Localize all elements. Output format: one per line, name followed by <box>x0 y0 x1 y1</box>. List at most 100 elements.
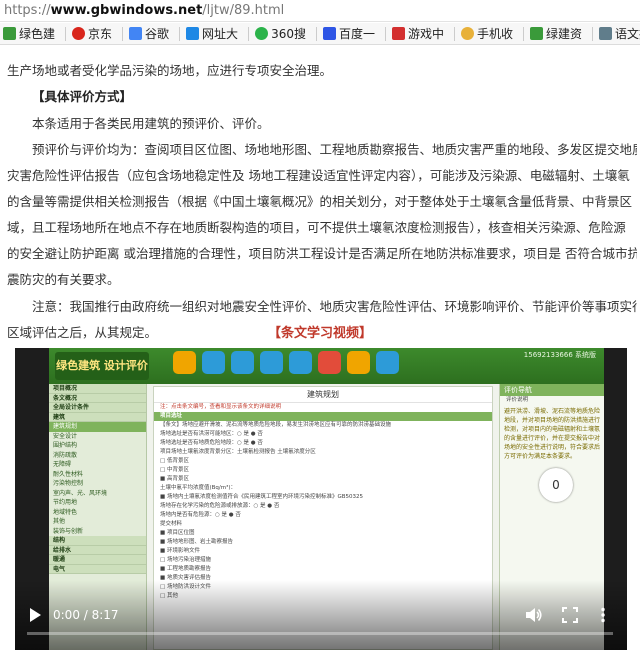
bookmark-separator <box>384 26 386 41</box>
software-nav-item: 围护结构 <box>53 442 78 449</box>
software-form-row: ■ 高背景区 <box>160 476 189 482</box>
bookmark-label: 绿色建 <box>19 27 56 41</box>
jd-icon <box>72 27 86 40</box>
bookmark-separator <box>315 26 317 41</box>
baidu-paw-icon <box>322 27 336 40</box>
software-nav-item: 消防疏散 <box>53 451 78 459</box>
video-time: 0:00 / 8:17 <box>53 608 119 622</box>
folder-icon <box>461 27 474 40</box>
software-nav-item: 地域特色 <box>53 508 78 516</box>
bookmark-item[interactable]: 语文报 <box>596 24 640 44</box>
360-icon <box>255 27 269 40</box>
bookmark-item[interactable]: 手机收 <box>458 24 516 44</box>
bookmark-label: 京东 <box>88 27 113 41</box>
bookmark-label: 谷歌 <box>145 27 170 41</box>
bookmark-separator <box>592 26 594 41</box>
volume-icon[interactable] <box>525 607 543 623</box>
section-heading: 【具体评价方式】 <box>32 89 133 104</box>
article-line: 的安全避让防护距离 或治理措施的合理性，项目防洪工程设计是否满足所在地防洪标准要… <box>7 246 637 261</box>
software-form-row: ■ 环境影响文件 <box>160 548 200 554</box>
software-form-row: 场地选址是否有洪涝可能地区：○ 是 ● 否 <box>160 431 263 437</box>
software-nav-item: 电气 <box>49 564 146 574</box>
software-form-row: 【条文】场地应避开滑坡、泥石流等地质危险地段，易发生洪涝地区应有可靠的防洪涝基础… <box>160 422 392 428</box>
bookmark-item[interactable]: 游戏中 <box>389 24 447 44</box>
bookmark-label: 百度一 <box>338 27 375 41</box>
software-nav-item: 节约用地 <box>53 499 78 506</box>
leaf-icon <box>530 27 544 40</box>
article-line: 震防灾的有关要求。 <box>7 272 120 287</box>
bookmarks-bar: 绿色建京东谷歌网址大360搜百度一游戏中手机收绿建资语文报微信网 <box>0 23 640 45</box>
software-logo: 绿色建筑 设计评价软件 <box>55 352 149 400</box>
article-line: 的含量等需提供相关检测报告（根据《中国土壤氡概况》的相关划分，对于整体处于土壤氡… <box>7 194 633 209</box>
progress-track[interactable] <box>27 632 613 635</box>
software-tool-icon <box>376 351 399 374</box>
bookmark-item[interactable]: 绿色建 <box>0 24 58 44</box>
bookmark-separator <box>454 26 455 41</box>
bookmark-label: 网址大 <box>202 27 239 41</box>
bookmark-item[interactable]: 360搜 <box>252 24 309 44</box>
software-form-row: ■ 场地地形图、岩土勘察报告 <box>160 539 233 545</box>
bookmark-item[interactable]: 绿建资 <box>527 24 585 44</box>
software-tool-icon <box>347 351 370 374</box>
bookmark-separator <box>248 26 250 41</box>
article-line: 注意：我国推行由政府统一组织对地震安全性评价、地质灾害危险性评估、环境影响评价、… <box>32 299 637 314</box>
software-nav-item: 建筑 <box>49 412 146 422</box>
software-nav-item: 全局设计条件 <box>49 403 146 413</box>
software-nav-item: 暖通 <box>49 555 146 565</box>
software-nav-item: 建筑规划 <box>49 422 146 432</box>
bookmark-label: 语文报 <box>615 27 640 41</box>
bookmark-label: 游戏中 <box>407 27 444 41</box>
software-form-row: 项目选址 <box>154 412 492 421</box>
address-bar[interactable]: https://www.gbwindows.net/ljtw/89.html <box>0 0 640 22</box>
bookmark-item[interactable]: 谷歌 <box>126 24 172 44</box>
url-protocol: https:// <box>4 3 51 18</box>
software-form-row: ■ 项目区位图 <box>160 530 195 536</box>
software-main-title: 建筑规划 <box>154 387 492 403</box>
article-line: 预评价与评价均为：查阅项目区位图、场地地形图、工程地质勘察报告、地质灾害严重的地… <box>32 142 637 157</box>
url-host: www.gbwindows.net <box>50 3 203 18</box>
software-form-row: 场地选址是否有地质危险地段：○ 是 ● 否 <box>160 440 263 446</box>
bookmark-label: 手机收 <box>477 27 514 41</box>
software-form-row: 土壤中氡平均浓度值(Bq/m³)： <box>160 485 236 491</box>
bookmark-separator <box>523 26 525 41</box>
globe-icon <box>186 27 200 40</box>
software-form-row: 注：点击条文编号，查看和显示该条文的详细说明 <box>160 404 282 410</box>
google-icon <box>129 27 143 40</box>
software-tool-icon <box>173 351 196 374</box>
software-nav-item: 给排水 <box>49 545 146 555</box>
bookmark-label: 绿建资 <box>546 27 583 41</box>
bookmark-item[interactable]: 网址大 <box>183 24 241 44</box>
article-line: 生产场地或者受化学品污染的场地，应进行专项安全治理。 <box>7 63 333 78</box>
software-right-head: 评价导航 <box>500 384 604 396</box>
software-tool-icon <box>289 351 312 374</box>
software-form-row: 场地内是否有危险源：○ 是 ● 否 <box>160 512 241 518</box>
play-icon[interactable] <box>27 607 43 623</box>
software-right-sub: 评价说明 <box>506 397 529 403</box>
bookmark-item[interactable]: 百度一 <box>320 24 378 44</box>
bookmark-item[interactable]: 京东 <box>69 24 115 44</box>
software-nav-item: 耐久性材料 <box>53 470 84 478</box>
software-nav-item: 室内声、光、风环境 <box>53 489 108 497</box>
bookmark-label: 360搜 <box>271 27 306 41</box>
software-nav-item: 污染物控制 <box>53 480 84 487</box>
software-tool-icon <box>202 351 225 374</box>
software-right-text: 避开洪涝、滑坡、泥石流等地质危险地段，并对项目场地的防洪措施进行检测，对项目内的… <box>504 408 601 460</box>
software-nav-item: 条文概况 <box>49 393 146 403</box>
software-form-row: □ 场地污染治理措施 <box>160 557 211 563</box>
software-toolbar: 绿色建筑 设计评价软件 15692133666 系统版 <box>49 348 604 400</box>
rating-badge[interactable]: 0 <box>539 468 573 502</box>
software-nav-item: 安全设计 <box>53 432 78 440</box>
software-form-row: 提交材料 <box>160 521 183 527</box>
more-options-icon[interactable] <box>598 607 608 623</box>
game-icon <box>391 27 405 40</box>
software-tool-icon <box>260 351 283 374</box>
bookmark-separator <box>122 26 124 41</box>
globe-icon <box>599 27 613 40</box>
fullscreen-icon[interactable] <box>562 607 578 623</box>
video-player[interactable]: 绿色建筑 设计评价软件 15692133666 系统版 项目概况条文概况全局设计… <box>15 348 627 650</box>
software-nav-item: 结构 <box>49 536 146 546</box>
software-tool-icon <box>318 351 341 374</box>
software-tool-icon <box>231 351 254 374</box>
software-nav-item: 其他 <box>53 518 66 525</box>
url-path: /ljtw/89.html <box>202 3 285 18</box>
